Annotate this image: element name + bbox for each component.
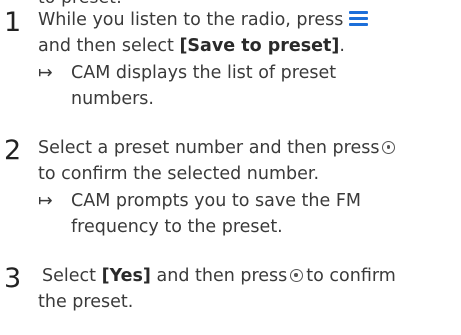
step-2-line-1: Select a preset number and then press	[38, 136, 398, 160]
result-arrow-icon: ↦	[38, 63, 53, 83]
step-1-line-2: and then select [Save to preset].	[38, 36, 345, 56]
ok-confirm-icon	[382, 141, 396, 154]
step-number: 3	[4, 263, 22, 294]
yes-option: [Yes]	[101, 266, 151, 286]
step-3-line-1: Select [Yes] and then press to confirm	[42, 266, 396, 286]
cut-off-intro-text: to preset:	[38, 0, 122, 8]
result-arrow-icon: ↦	[38, 191, 53, 211]
step-1-line-1: While you listen to the radio, press	[38, 8, 369, 32]
step-number: 2	[4, 135, 22, 166]
step-2-result-cont: frequency to the preset.	[71, 217, 283, 237]
step-2-line-2: to confirm the selected number.	[38, 164, 320, 184]
step-2-result: ↦ CAM prompts you to save the FM	[38, 191, 361, 211]
step-3-line-2: the preset.	[38, 292, 134, 312]
menu-icon	[349, 11, 369, 26]
save-to-preset-option: [Save to preset]	[179, 36, 340, 56]
step-number: 1	[4, 7, 22, 38]
ok-confirm-icon	[290, 269, 304, 282]
step-1-result-cont: numbers.	[71, 89, 154, 109]
step-1-result: ↦ CAM displays the list of preset	[38, 63, 337, 83]
